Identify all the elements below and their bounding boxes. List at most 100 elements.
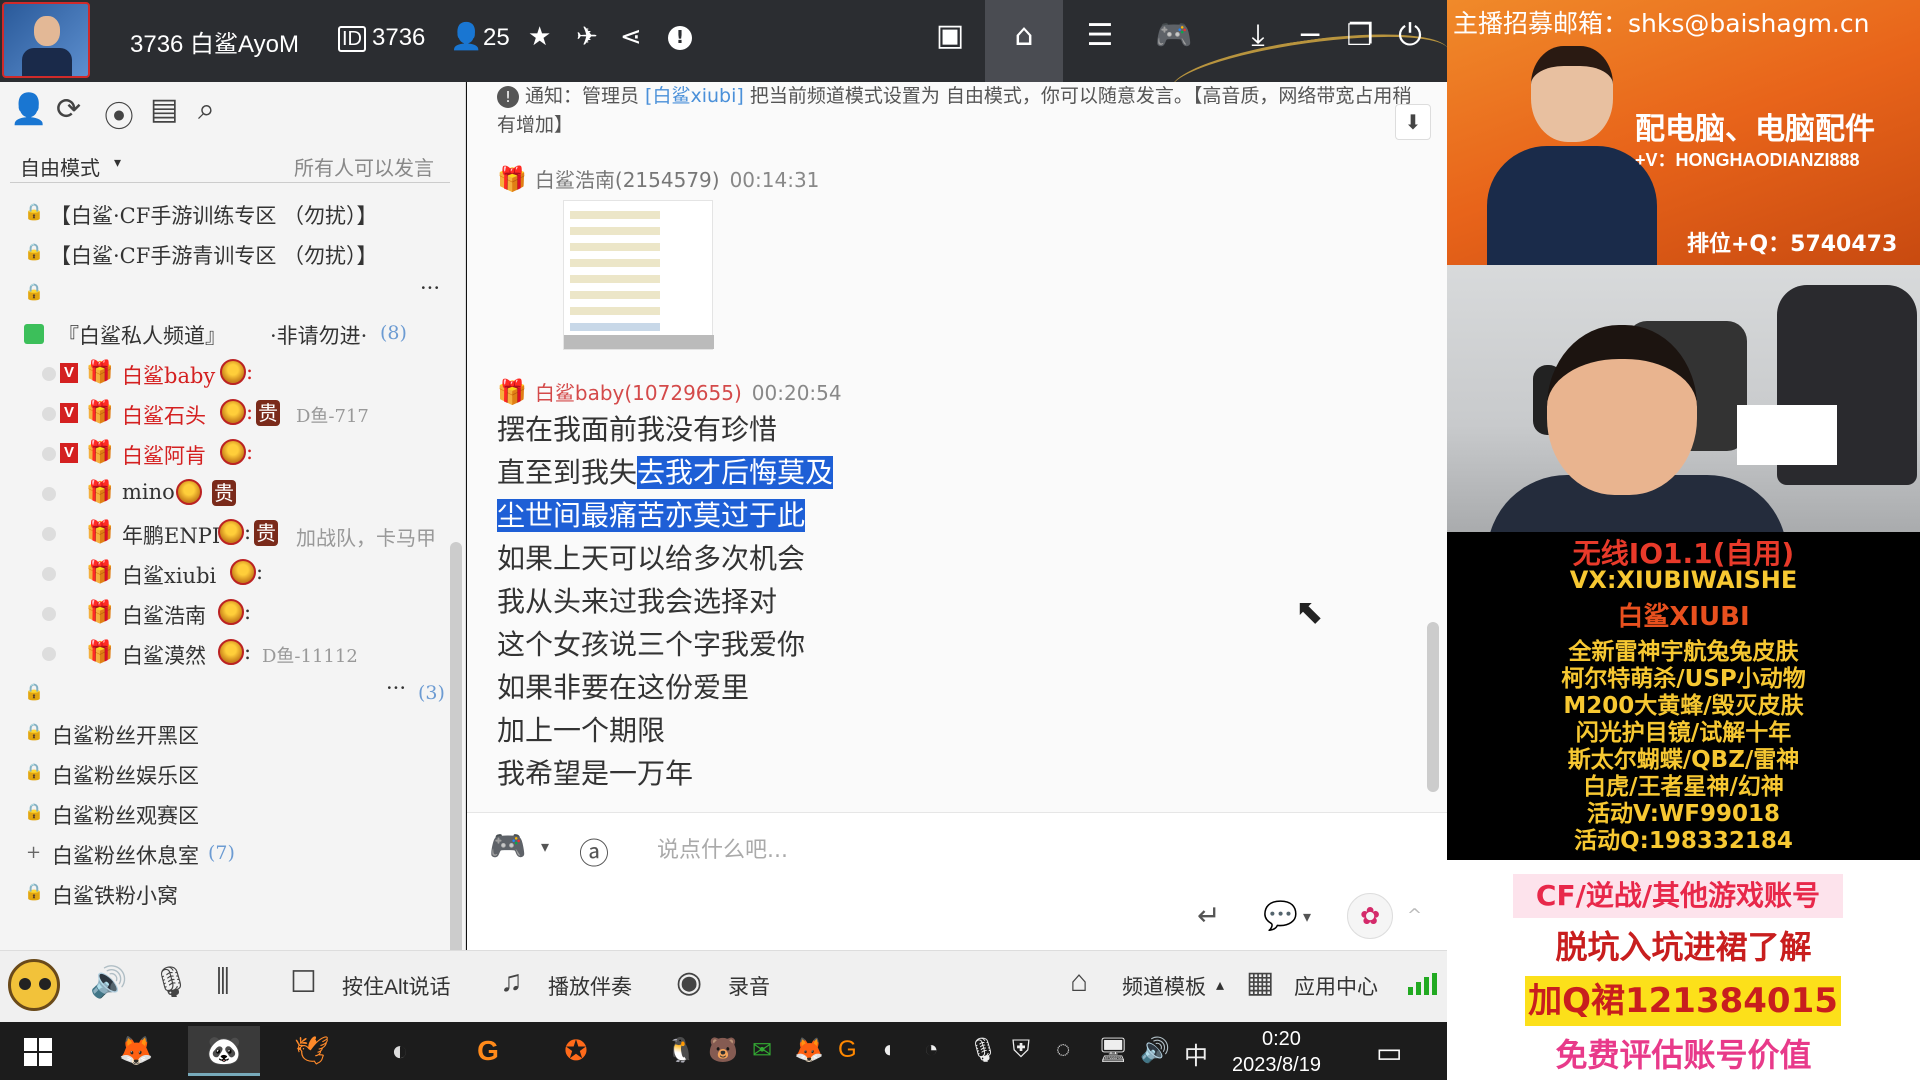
channel-template-button[interactable]: 频道模板 xyxy=(1122,971,1206,1001)
channel-item[interactable]: 🔒 白鲨粉丝娱乐区 xyxy=(0,754,446,794)
mode-selector[interactable]: 自由模式 ▾ 所有人可以发言 xyxy=(0,146,466,182)
channel-count: (8) xyxy=(380,322,407,344)
qq-tray-icon[interactable]: 🐧 xyxy=(666,1036,696,1065)
app-center-button[interactable]: 应用中心 xyxy=(1294,971,1378,1001)
refresh-icon[interactable]: ⟳ xyxy=(56,92,81,127)
firefox-icon[interactable]: 🦊 xyxy=(100,1026,172,1076)
chevron-up-icon[interactable]: ▴ xyxy=(1216,975,1224,995)
bluetooth-tray-icon[interactable]: ◌ xyxy=(1056,1036,1070,1064)
clock-time[interactable]: 0:20 xyxy=(1262,1028,1301,1051)
channel-item[interactable]: 🔒 白鲨粉丝观赛区 xyxy=(0,794,446,834)
gamepad-icon[interactable]: 🎮 xyxy=(1152,18,1196,53)
plane-icon[interactable]: ✈ xyxy=(576,22,598,52)
channel-item[interactable]: + 白鲨粉丝休息室 (7) xyxy=(0,834,446,874)
minimize-icon[interactable]: ─ xyxy=(1288,18,1332,53)
private-channel[interactable]: 『白鲨私人频道』 ·非请勿进· (8) xyxy=(0,314,446,354)
push-to-talk-button[interactable]: 按住Alt说话 xyxy=(342,971,451,1001)
record-button[interactable]: 录音 xyxy=(728,971,770,1001)
push-to-talk-icon[interactable]: ☐ xyxy=(290,965,317,1000)
member-row[interactable]: V 🎁 白鲨baby : xyxy=(0,354,446,394)
game-launcher-icon[interactable]: G xyxy=(452,1026,524,1076)
admin-link[interactable]: [白鲨xiubi] xyxy=(645,85,744,107)
nvidia-tray-icon[interactable]: ✉ xyxy=(752,1036,772,1065)
channel-item[interactable]: 🔒 【白鲨·CF手游训练专区 （勿扰）】 xyxy=(0,194,446,234)
tray-icon[interactable]: ◖ xyxy=(880,1036,895,1064)
volume-icon[interactable]: 🔊 xyxy=(90,965,127,1000)
chevron-down-icon[interactable]: ▾ xyxy=(1303,907,1311,926)
message-user[interactable]: 白鲨baby(10729655) xyxy=(535,381,742,405)
crossfire-icon[interactable]: ✪ xyxy=(540,1026,612,1076)
share-icon[interactable]: ⋖ xyxy=(620,22,642,52)
home-tab[interactable]: ⌂ xyxy=(985,0,1063,82)
input-method-icon[interactable]: 中 xyxy=(1184,1036,1208,1071)
favorite-star-icon[interactable]: ★ xyxy=(528,22,551,52)
app-tray-icon[interactable]: 🦊 xyxy=(794,1036,824,1065)
notes-icon[interactable]: ▤ xyxy=(150,92,178,127)
voice-app-icon[interactable]: 🐼 xyxy=(188,1026,260,1076)
member-row[interactable]: V 🎁 白鲨阿肯 : xyxy=(0,434,446,474)
mascot-icon[interactable] xyxy=(8,959,60,1011)
channel-avatar[interactable] xyxy=(2,2,90,78)
sponsor-photo xyxy=(1487,36,1657,266)
voice-tray-icon[interactable]: 🐻 xyxy=(708,1036,738,1065)
message-image[interactable] xyxy=(563,200,714,350)
apps-icon[interactable]: ▦ xyxy=(1246,965,1274,1000)
expand-up-icon[interactable]: ^ xyxy=(1407,905,1422,926)
chat-scrollbar[interactable] xyxy=(1427,622,1439,792)
member-row[interactable]: 🎁 白鲨浩南 : xyxy=(0,594,446,634)
member-row[interactable]: 🎁 年鹏ENPI : 贵 加战队，卡马甲 xyxy=(0,514,446,554)
video-icon[interactable]: ▣ xyxy=(928,18,972,53)
expand-icon[interactable]: + xyxy=(26,842,41,863)
more-icon[interactable]: ··· xyxy=(420,276,440,300)
record-icon[interactable]: ◉ xyxy=(676,965,702,1000)
channel-item[interactable]: 🔒 白鲨铁粉小窝 xyxy=(0,874,446,914)
bird-app-icon[interactable]: 🕊 xyxy=(276,1026,348,1076)
flower-gift-button[interactable]: ✿ xyxy=(1347,893,1393,939)
channel-item[interactable]: 🔒 【白鲨·CF手游青训专区 （勿扰）】 xyxy=(0,234,446,274)
member-row[interactable]: V 🎁 白鲨石头 : 贵 D鱼-717 xyxy=(0,394,446,434)
message-user[interactable]: 白鲨浩南(2154579) xyxy=(535,168,720,192)
speaker-icon[interactable]: 🔊 xyxy=(1140,1036,1170,1065)
windows-start-icon[interactable] xyxy=(24,1038,52,1066)
channel-item[interactable]: 🔒 白鲨粉丝开黑区 xyxy=(0,714,446,754)
scroll-to-bottom-button[interactable]: ⬇ xyxy=(1395,104,1431,140)
mixer-icon[interactable]: ⫼ xyxy=(216,965,230,999)
translate-icon[interactable]: ⓐ xyxy=(579,829,609,873)
music-icon[interactable]: ♫ xyxy=(500,965,523,999)
divider xyxy=(10,182,450,183)
microphone-tray-icon[interactable]: 🎙 xyxy=(968,1036,998,1065)
microphone-icon[interactable]: 🎙 xyxy=(152,965,190,1000)
play-accompaniment-button[interactable]: 播放伴奏 xyxy=(548,971,632,1001)
search-icon[interactable]: ⌕ xyxy=(198,92,215,127)
obs-icon[interactable]: ◐ xyxy=(364,1026,436,1076)
channel-name: 【白鲨·CF手游青训专区 （勿扰）】 xyxy=(50,244,378,268)
channel-item[interactable]: 🔒 ··· xyxy=(0,274,446,314)
account-ad: CF/逆战/其他游戏账号 脱坑入坑进裙了解 加Q裙121384015 免费评估账… xyxy=(1447,860,1920,1080)
security-tray-icon[interactable]: ⛨ xyxy=(1012,1036,1030,1064)
member-row[interactable]: 🎁 mino 贵 xyxy=(0,474,446,514)
notification-icon[interactable]: ▭ xyxy=(1376,1036,1402,1069)
contacts-icon[interactable]: 👤 xyxy=(10,92,47,127)
list-icon[interactable]: ☰ xyxy=(1078,18,1122,53)
template-icon[interactable]: ⌂ xyxy=(1070,965,1088,999)
chat-bubble-icon[interactable]: 💬 xyxy=(1263,899,1298,932)
channel-name: 白鲨粉丝娱乐区 xyxy=(52,764,199,788)
clock-date[interactable]: 2023/8/19 xyxy=(1232,1054,1321,1077)
member-row[interactable]: 🎁 白鲨xiubi : xyxy=(0,554,446,594)
download-icon[interactable]: ⤓ xyxy=(1236,18,1280,53)
game-emoji-icon[interactable]: 🎮 xyxy=(489,829,526,864)
power-icon[interactable]: ⏻ xyxy=(1388,18,1432,53)
chat-input[interactable] xyxy=(657,835,1197,865)
member-name: 白鲨baby xyxy=(122,364,216,388)
obs-tray-icon[interactable]: ◔ xyxy=(924,1036,939,1064)
more-icon[interactable]: ··· xyxy=(386,676,406,700)
launcher-tray-icon[interactable]: G xyxy=(838,1036,857,1064)
member-row[interactable]: 🎁 白鲨漠然 : D鱼-11112 xyxy=(0,634,446,674)
channel-item[interactable]: 🔒 ··· (3) xyxy=(0,674,446,714)
restore-icon[interactable]: ❐ xyxy=(1338,18,1382,53)
chevron-down-icon[interactable]: ▾ xyxy=(541,837,549,856)
network-icon[interactable]: 🖥 xyxy=(1098,1036,1128,1065)
info-icon[interactable]: ! xyxy=(668,26,692,50)
enter-icon[interactable]: ↵ xyxy=(1197,899,1220,932)
location-icon[interactable]: ⦿ xyxy=(104,92,134,136)
